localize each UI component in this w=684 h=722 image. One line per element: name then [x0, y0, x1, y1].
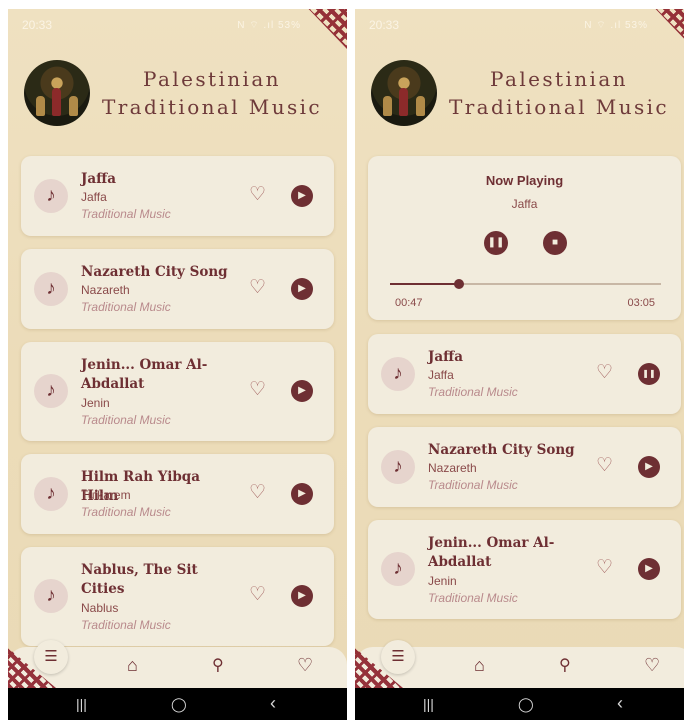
status-icons: N ⌔ .ıl 53% — [237, 19, 301, 31]
bottom-navigation: ☰ ⌂ ⚲ ♡ — [8, 640, 347, 688]
now-playing-song: Jaffa — [511, 197, 538, 211]
song-city: Jaffa — [428, 368, 454, 382]
bottom-navigation: ☰ ⌂ ⚲ ♡ — [355, 640, 684, 688]
song-city: Nazareth — [428, 461, 477, 475]
back-icon[interactable]: ‹ — [617, 693, 623, 714]
status-bar: 20:33 N ⌔ .ıl 53% — [8, 9, 347, 33]
song-city: Jenin — [428, 574, 457, 588]
music-note-icon: ♪ — [34, 272, 68, 306]
home-button-icon[interactable]: ◯ — [518, 696, 534, 713]
play-button[interactable]: ▶ — [638, 558, 660, 580]
song-card[interactable]: ♪ Jenin... Omar Al-Abdallat Jenin Tradit… — [21, 342, 334, 441]
pause-button[interactable]: ❚❚ — [484, 231, 508, 255]
search-icon[interactable]: ⚲ — [212, 658, 224, 674]
system-navigation-bar: ||| ◯ ‹ — [355, 688, 684, 720]
favorite-heart-icon[interactable]: ♡ — [249, 278, 266, 298]
favorites-heart-icon[interactable]: ♡ — [644, 656, 660, 674]
song-card[interactable]: ♪ Jaffa Jaffa Traditional Music ♡ ❚❚ — [368, 334, 681, 414]
song-genre: Traditional Music — [81, 207, 171, 221]
home-icon[interactable]: ⌂ — [127, 656, 138, 674]
song-card[interactable]: ♪ Nablus, The Sit Cities Nablus Traditio… — [21, 547, 334, 646]
seek-progress — [390, 283, 459, 285]
status-time: 20:33 — [369, 18, 400, 32]
recents-icon[interactable]: ||| — [76, 696, 87, 712]
song-title: Nablus, The Sit Cities — [81, 562, 198, 597]
favorite-heart-icon[interactable]: ♡ — [249, 185, 266, 205]
play-button[interactable]: ▶ — [291, 483, 313, 505]
status-bar: 20:33 N ⌔ .ıl 53% — [355, 9, 684, 33]
app-title: Palestinian Traditional Music — [101, 67, 323, 119]
song-card[interactable]: ♪ Jenin... Omar Al-Abdallat Jenin Tradit… — [368, 520, 681, 619]
album-avatar — [371, 60, 437, 126]
song-card[interactable]: ♪ Jaffa Jaffa Traditional Music ♡ ▶ — [21, 156, 334, 236]
current-time: 00:47 — [395, 297, 423, 309]
seek-bar[interactable] — [390, 279, 661, 289]
playlist-icon[interactable]: ☰ — [34, 640, 68, 674]
song-title: Nazareth City Song — [81, 264, 228, 280]
song-title: Nazareth City Song — [428, 442, 575, 458]
song-city: Jaffa — [81, 190, 107, 204]
song-city: Nablus — [81, 601, 119, 615]
music-note-icon: ♪ — [34, 179, 68, 213]
music-note-icon: ♪ — [34, 579, 68, 613]
favorite-heart-icon[interactable]: ♡ — [249, 380, 266, 400]
song-genre: Traditional Music — [81, 413, 171, 427]
music-note-icon: ♪ — [34, 374, 68, 408]
music-note-icon: ♪ — [34, 477, 68, 511]
song-genre: Traditional Music — [81, 300, 171, 314]
play-button[interactable]: ▶ — [291, 585, 313, 607]
song-card[interactable]: ♪ Nazareth City Song Nazareth Traditiona… — [368, 427, 681, 507]
playlist-icon[interactable]: ☰ — [381, 640, 415, 674]
music-note-icon: ♪ — [381, 552, 415, 586]
song-title: Jaffa — [81, 171, 116, 187]
song-genre: Traditional Music — [81, 618, 171, 632]
app-header: Palestinian Traditional Music — [371, 59, 681, 127]
seek-thumb[interactable] — [454, 279, 464, 289]
music-note-icon: ♪ — [381, 357, 415, 391]
status-icons: N ⌔ .ıl 53% — [584, 19, 648, 31]
pause-button[interactable]: ❚❚ — [638, 363, 660, 385]
play-button[interactable]: ▶ — [291, 185, 313, 207]
search-icon[interactable]: ⚲ — [559, 658, 571, 674]
favorite-heart-icon[interactable]: ♡ — [596, 363, 613, 383]
phone-screen-song-list: 20:33 N ⌔ .ıl 53% Palestinian Traditiona… — [8, 9, 347, 720]
song-title: Jaffa — [428, 349, 463, 365]
play-button[interactable]: ▶ — [638, 456, 660, 478]
status-time: 20:33 — [22, 18, 53, 32]
favorite-heart-icon[interactable]: ♡ — [249, 483, 266, 503]
song-city: Jenin — [81, 396, 110, 410]
song-genre: Traditional Music — [428, 385, 518, 399]
phone-screen-now-playing: 20:33 N ⌔ .ıl 53% Palestinian Traditiona… — [355, 9, 684, 720]
favorite-heart-icon[interactable]: ♡ — [249, 585, 266, 605]
home-icon[interactable]: ⌂ — [474, 656, 485, 674]
song-genre: Traditional Music — [81, 505, 171, 519]
music-note-icon: ♪ — [381, 450, 415, 484]
album-avatar — [24, 60, 90, 126]
recents-icon[interactable]: ||| — [423, 696, 434, 712]
song-title: Jenin... Omar Al-Abdallat — [81, 357, 208, 392]
favorite-heart-icon[interactable]: ♡ — [596, 456, 613, 476]
total-time: 03:05 — [627, 297, 655, 309]
song-title: Jenin... Omar Al-Abdallat — [428, 535, 555, 570]
app-header: Palestinian Traditional Music — [24, 59, 334, 127]
play-button[interactable]: ▶ — [291, 380, 313, 402]
song-city: Nazareth — [81, 283, 130, 297]
song-card[interactable]: ♪ Hilm Rah Yibqa Hilm Tulkarem Tradition… — [21, 454, 334, 534]
now-playing-heading: Now Playing — [485, 173, 564, 188]
song-genre: Traditional Music — [428, 478, 518, 492]
app-title: Palestinian Traditional Music — [448, 67, 670, 119]
favorites-heart-icon[interactable]: ♡ — [297, 656, 313, 674]
song-city: Tulkarem — [81, 488, 131, 502]
play-button[interactable]: ▶ — [291, 278, 313, 300]
now-playing-card: Now Playing Jaffa ❚❚ ■ 00:47 03:05 — [368, 156, 681, 320]
back-icon[interactable]: ‹ — [270, 693, 276, 714]
system-navigation-bar: ||| ◯ ‹ — [8, 688, 347, 720]
song-genre: Traditional Music — [428, 591, 518, 605]
stop-button[interactable]: ■ — [543, 231, 567, 255]
song-card[interactable]: ♪ Nazareth City Song Nazareth Traditiona… — [21, 249, 334, 329]
favorite-heart-icon[interactable]: ♡ — [596, 558, 613, 578]
home-button-icon[interactable]: ◯ — [171, 696, 187, 713]
